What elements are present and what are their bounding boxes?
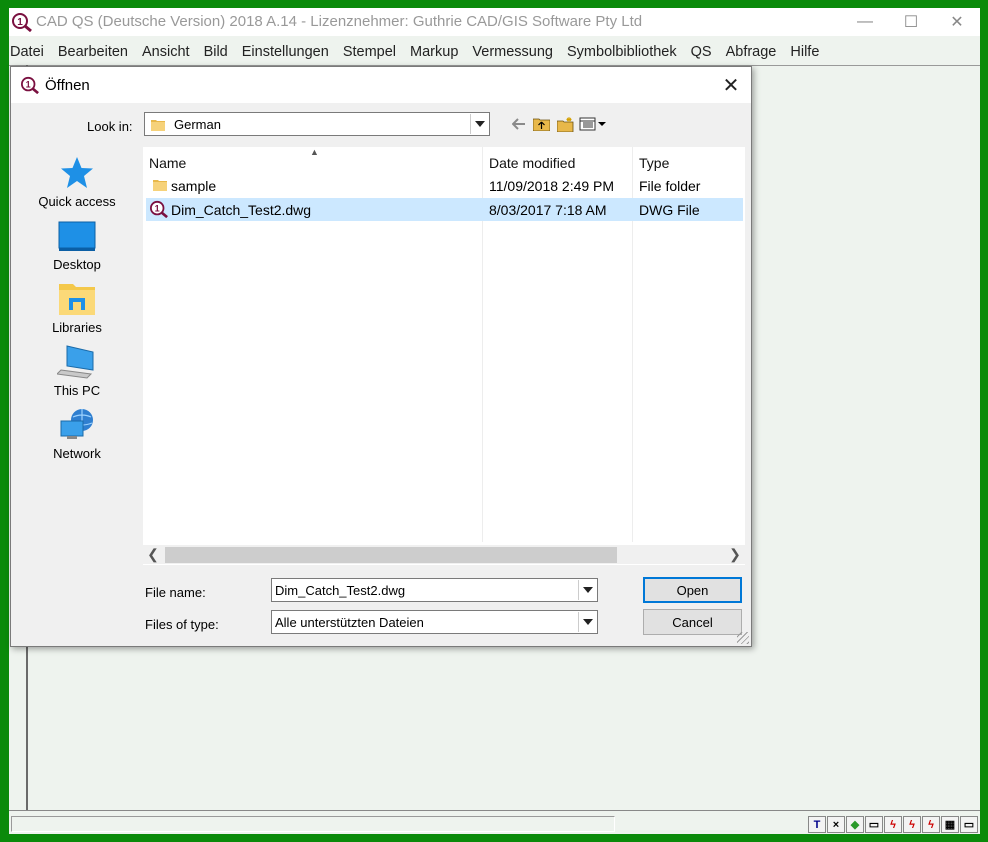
view-menu-icon[interactable] <box>579 115 607 133</box>
menu-einstellungen[interactable]: Einstellungen <box>242 41 336 63</box>
menu-qs[interactable]: QS <box>691 41 719 63</box>
window-tool-icon[interactable]: ▭ <box>865 816 883 833</box>
menu-stempel[interactable]: Stempel <box>343 41 403 63</box>
folder-icon <box>151 120 165 131</box>
horizontal-scrollbar[interactable]: ❮ ❯ <box>143 545 745 564</box>
status-toolbar: T × ◆ ▭ ϟ ϟ ϟ ▦ ▭ <box>808 816 978 833</box>
folder-icon <box>153 180 167 191</box>
menu-abfrage[interactable]: Abfrage <box>726 41 784 63</box>
place-label: Libraries <box>52 320 102 335</box>
star-icon <box>57 155 97 191</box>
layer-tool-icon[interactable]: ◆ <box>846 816 864 833</box>
place-this-pc[interactable]: This PC <box>21 344 133 398</box>
network-icon <box>57 407 97 443</box>
place-quick-access[interactable]: Quick access <box>21 155 133 209</box>
svg-text:1: 1 <box>26 80 31 90</box>
app-logo-icon: 1 <box>12 13 32 32</box>
menu-datei[interactable]: Datei <box>9 41 51 63</box>
files-of-type-dropdown[interactable]: Alle unterstützten Dateien <box>271 610 598 634</box>
places-bar: Quick access Desktop Libraries This PC N… <box>21 147 133 547</box>
file-row-sample[interactable]: sample 11/09/2018 2:49 PM File folder <box>146 174 743 197</box>
file-name: Dim_Catch_Test2.dwg <box>171 202 312 218</box>
place-label: Network <box>53 446 101 461</box>
dialog-titlebar: 1 Öffnen ✕ <box>11 67 751 103</box>
look-in-value: German <box>174 117 221 132</box>
back-arrow-icon[interactable] <box>511 115 527 133</box>
chevron-down-icon[interactable] <box>578 580 596 600</box>
dialog-title: Öffnen <box>45 77 90 94</box>
place-libraries[interactable]: Libraries <box>21 281 133 335</box>
file-date: 8/03/2017 7:18 AM <box>489 202 607 218</box>
scroll-left-icon[interactable]: ❮ <box>143 545 163 564</box>
status-text-field <box>11 816 615 832</box>
menu-symbolbibliothek[interactable]: Symbolbibliothek <box>567 41 684 63</box>
file-name-label: File name: <box>145 585 206 600</box>
print-tool-icon[interactable]: ▭ <box>960 816 978 833</box>
snap-tool-icon[interactable]: ϟ <box>884 816 902 833</box>
place-desktop[interactable]: Desktop <box>21 218 133 272</box>
dialog-close-button[interactable]: ✕ <box>711 67 751 103</box>
menu-bild[interactable]: Bild <box>204 41 235 63</box>
column-header-name[interactable]: Name <box>149 155 186 171</box>
libraries-icon <box>57 281 97 317</box>
snap-point-tool-icon[interactable]: ϟ <box>903 816 921 833</box>
file-date: 11/09/2018 2:49 PM <box>489 178 615 194</box>
menu-vermessung[interactable]: Vermessung <box>472 41 560 63</box>
snap-multi-tool-icon[interactable]: ϟ <box>922 816 940 833</box>
files-of-type-label: Files of type: <box>145 617 219 632</box>
open-dialog: 1 Öffnen ✕ Look in: German Quick access <box>10 66 752 647</box>
look-in-label: Look in: <box>87 119 133 134</box>
column-header-type[interactable]: Type <box>639 155 669 171</box>
menubar: Datei Bearbeiten Ansicht Bild Einstellun… <box>9 41 980 63</box>
place-label: Quick access <box>38 194 116 209</box>
file-name-input[interactable]: Dim_Catch_Test2.dwg <box>271 578 598 602</box>
menu-ansicht[interactable]: Ansicht <box>142 41 197 63</box>
file-type: DWG File <box>639 202 700 218</box>
minimize-button[interactable]: — <box>842 8 888 36</box>
scroll-right-icon[interactable]: ❯ <box>725 545 745 564</box>
file-name-value: Dim_Catch_Test2.dwg <box>275 583 406 598</box>
file-row-dwg-selected[interactable]: 1 Dim_Catch_Test2.dwg 8/03/2017 7:18 AM … <box>146 198 743 221</box>
chevron-down-icon[interactable] <box>578 612 596 632</box>
place-label: This PC <box>53 383 101 398</box>
scrollbar-thumb[interactable] <box>165 547 617 563</box>
grid-tool-icon[interactable]: ▦ <box>941 816 959 833</box>
menu-bearbeiten[interactable]: Bearbeiten <box>58 41 135 63</box>
cross-tool-icon[interactable]: × <box>827 816 845 833</box>
column-header-date[interactable]: Date modified <box>489 155 575 171</box>
svg-text:1: 1 <box>155 204 160 214</box>
menu-hilfe[interactable]: Hilfe <box>790 41 826 63</box>
file-type: File folder <box>639 178 701 194</box>
sort-ascending-icon: ▲ <box>310 147 319 157</box>
file-list[interactable]: ▲ Name Date modified Type sample 11/09/2… <box>143 147 745 565</box>
close-app-button[interactable]: ✕ <box>934 8 980 36</box>
maximize-button[interactable]: ☐ <box>888 8 934 36</box>
dwg-file-icon: 1 <box>150 200 168 218</box>
new-folder-icon[interactable] <box>556 115 574 133</box>
status-separator <box>9 810 980 811</box>
app-title: CAD QS (Deutsche Version) 2018 A.14 - Li… <box>36 13 643 30</box>
look-in-dropdown[interactable]: German <box>144 112 490 136</box>
place-network[interactable]: Network <box>21 407 133 461</box>
resize-grip[interactable] <box>737 632 749 644</box>
app-titlebar: 1 CAD QS (Deutsche Version) 2018 A.14 - … <box>9 8 980 36</box>
svg-text:1: 1 <box>17 17 23 28</box>
files-of-type-value: Alle unterstützten Dateien <box>275 615 424 630</box>
desktop-icon <box>57 218 97 254</box>
menu-markup[interactable]: Markup <box>410 41 465 63</box>
chevron-down-icon[interactable] <box>470 114 488 134</box>
dialog-logo-icon: 1 <box>21 76 39 94</box>
place-label: Desktop <box>53 257 101 272</box>
text-tool-icon[interactable]: T <box>808 816 826 833</box>
up-folder-icon[interactable] <box>532 115 550 133</box>
open-button[interactable]: Open <box>643 577 742 603</box>
file-name: sample <box>171 178 217 194</box>
cancel-button[interactable]: Cancel <box>643 609 742 635</box>
computer-icon <box>55 344 97 380</box>
